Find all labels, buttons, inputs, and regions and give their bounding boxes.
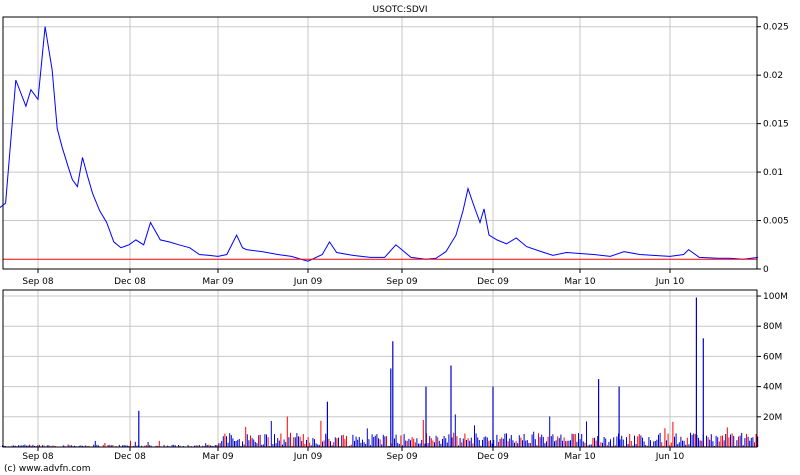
volume-x-axis: Sep 08 Dec 08 Mar 09 Jun 09 Sep 09 Dec 09 Mar … xyxy=(22,447,684,462)
volume-y-axis: 20M 40M 60M 80M 100M xyxy=(757,292,788,423)
price-ytick-label-2: 0.01 xyxy=(763,168,783,178)
volume-xtick-label-7: Jun 10 xyxy=(655,452,685,462)
volume-ytick-label-1: 40M xyxy=(763,383,782,393)
price-ytick-label-5: 0.025 xyxy=(763,23,789,33)
volume-ytick-label-4: 100M xyxy=(763,292,788,302)
chart-title: USOTC:SDVI xyxy=(373,5,428,15)
price-ytick-label-3: 0.015 xyxy=(763,120,789,130)
volume-xtick-label-1: Dec 08 xyxy=(114,452,146,462)
price-ytick-label-0: 0 xyxy=(763,265,769,275)
chart-canvas: USOTC:SDVI 0 0.005 0.01 0.015 0.02 0.025 Sep … xyxy=(0,5,789,474)
price-xtick-label-6: Mar 10 xyxy=(564,277,596,287)
price-xtick-label-7: Jun 10 xyxy=(655,277,685,287)
price-xtick-label-3: Jun 09 xyxy=(293,277,323,287)
price-xtick-label-5: Dec 09 xyxy=(477,277,509,287)
volume-xtick-label-6: Mar 10 xyxy=(564,452,596,462)
price-xtick-label-2: Mar 09 xyxy=(202,277,234,287)
price-xtick-label-1: Dec 08 xyxy=(114,277,146,287)
price-ytick-label-4: 0.02 xyxy=(763,71,783,81)
volume-gridlines xyxy=(3,290,757,447)
volume-bars xyxy=(0,297,759,447)
volume-ytick-label-0: 20M xyxy=(763,413,782,423)
copyright-text: (c) www.advfn.com xyxy=(4,464,90,474)
volume-xtick-label-3: Jun 09 xyxy=(293,452,323,462)
volume-panel-frame xyxy=(2,289,758,448)
volume-xtick-label-0: Sep 08 xyxy=(22,452,54,462)
volume-xtick-label-5: Dec 09 xyxy=(477,452,509,462)
volume-ytick-label-2: 60M xyxy=(763,352,782,362)
price-gridlines xyxy=(3,17,757,269)
price-y-axis: 0 0.005 0.01 0.015 0.02 0.025 xyxy=(757,23,789,275)
price-x-axis: Sep 08 Dec 08 Mar 09 Jun 09 Sep 09 Dec 09 Mar … xyxy=(22,269,684,287)
volume-ytick-label-3: 80M xyxy=(763,322,782,332)
price-xtick-label-0: Sep 08 xyxy=(22,277,54,287)
volume-xtick-label-4: Sep 09 xyxy=(386,452,418,462)
price-line xyxy=(0,26,759,262)
price-ytick-label-1: 0.005 xyxy=(763,217,789,227)
price-xtick-label-4: Sep 09 xyxy=(386,277,418,287)
volume-xtick-label-2: Mar 09 xyxy=(202,452,234,462)
price-panel-frame xyxy=(2,16,758,270)
price-series xyxy=(0,26,759,262)
